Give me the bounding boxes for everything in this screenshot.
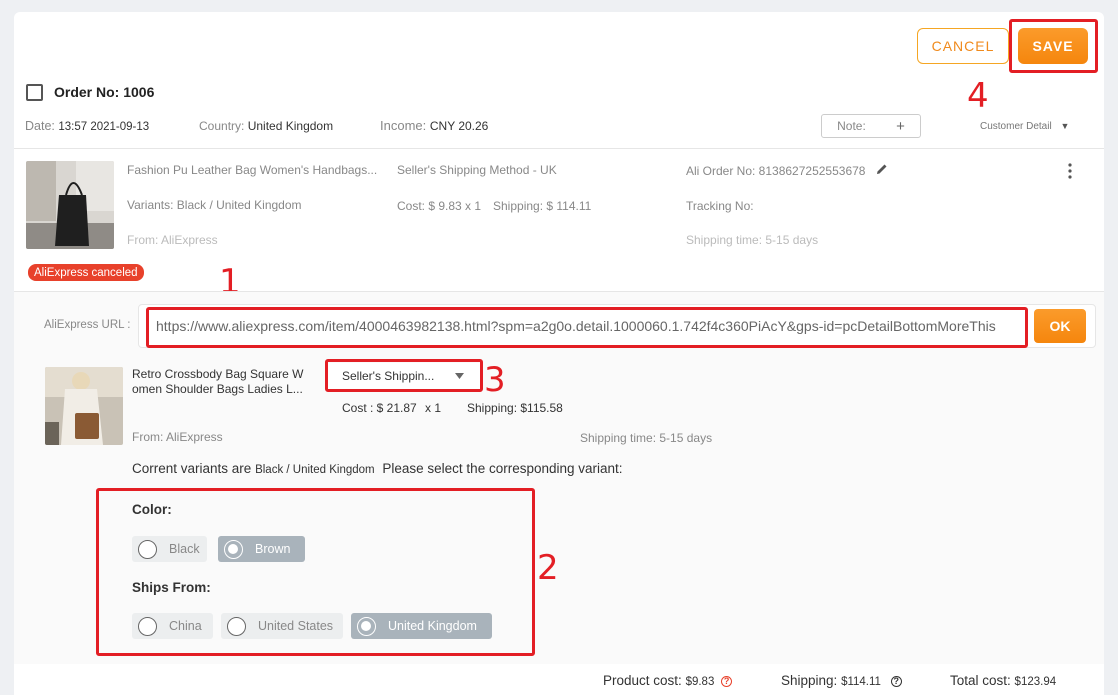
annotation-box-1 xyxy=(146,307,1028,348)
product-cost-label: Product cost: xyxy=(603,673,682,688)
help-icon[interactable]: ? xyxy=(721,675,733,687)
product-cost: Cost: $ 9.83 x 1 xyxy=(397,199,482,213)
date-value: 13:57 2021-09-13 xyxy=(58,121,150,133)
total-cost: Total cost: $123.94 xyxy=(950,673,1056,688)
radio-icon xyxy=(138,616,157,636)
new-product-title-line: omen Shoulder Bags Ladies L... xyxy=(132,382,303,396)
divider xyxy=(14,148,1104,149)
product-shipping: Shipping: $ 114.11 xyxy=(493,199,592,213)
pencil-icon[interactable] xyxy=(876,162,888,180)
plus-icon: + xyxy=(896,117,905,135)
color-option-label: Brown xyxy=(255,542,291,556)
status-badge: AliExpress canceled xyxy=(28,264,144,281)
new-product-qty: x 1 xyxy=(425,401,442,415)
ok-button[interactable]: OK xyxy=(1034,309,1086,343)
new-product-shipping-time: Shipping time: 5-15 days xyxy=(580,431,713,445)
ships-from-option-label: United States xyxy=(258,619,334,633)
url-label: AliExpress URL : xyxy=(44,319,131,331)
new-product-shipping: Shipping: $115.58 xyxy=(467,401,563,415)
annotation-number-3: 3 xyxy=(484,360,506,400)
more-options-icon[interactable] xyxy=(1066,162,1074,185)
customer-detail-label: Customer Detail xyxy=(980,121,1052,132)
ships-from-label: Ships From: xyxy=(132,580,211,595)
ships-from-option-label: United Kingdom xyxy=(388,619,477,633)
ships-from-option-china[interactable]: China xyxy=(132,613,213,639)
variant-prompt-suffix: Please select the corresponding variant: xyxy=(382,461,623,476)
order-date: Date: 13:57 2021-09-13 xyxy=(25,119,149,133)
order-edit-card: CANCEL SAVE 4 Order No: 1006 Date: 13:57… xyxy=(14,12,1104,695)
income-label: Income: xyxy=(380,118,427,133)
product-variants: Variants: Black / United Kingdom xyxy=(127,198,302,212)
ships-from-option-united-states[interactable]: United States xyxy=(221,613,343,639)
cancel-button[interactable]: CANCEL xyxy=(917,28,1009,64)
country-label: Country: xyxy=(199,119,245,133)
color-option-brown[interactable]: Brown xyxy=(218,536,305,562)
variant-prompt: Corrent variants are Black / United King… xyxy=(132,461,623,476)
radio-selected-icon xyxy=(224,539,243,559)
product-thumbnail xyxy=(26,161,114,249)
help-icon[interactable]: ? xyxy=(890,675,902,687)
total-cost-label: Total cost: xyxy=(950,673,1011,688)
note-label: Note: xyxy=(837,119,866,133)
color-option-black[interactable]: Black xyxy=(132,536,207,562)
income-value: CNY 20.26 xyxy=(429,119,489,133)
shipping-method: Seller's Shipping Method - UK xyxy=(397,163,557,177)
variant-prompt-prefix: Corrent variants are xyxy=(132,461,252,476)
ali-order-number: Ali Order No: 8138627252553678 xyxy=(686,164,866,178)
ships-from-option-label: China xyxy=(169,619,202,633)
product-cost-total: Product cost: $9.83 ? xyxy=(603,673,733,688)
order-income: Income: CNY 20.26 xyxy=(380,118,488,133)
note-button[interactable]: Note: + xyxy=(821,114,921,138)
annotation-box-4 xyxy=(1009,19,1098,73)
new-product-source: From: AliExpress xyxy=(132,430,223,444)
ships-from-option-united-kingdom[interactable]: United Kingdom xyxy=(351,613,492,639)
radio-icon xyxy=(227,616,246,636)
tracking-number: Tracking No: xyxy=(686,199,754,213)
order-number: Order No: 1006 xyxy=(54,84,155,100)
product-source: From: AliExpress xyxy=(127,233,218,247)
annotation-number-2: 2 xyxy=(537,548,559,588)
chevron-down-icon: ▼ xyxy=(1060,121,1070,131)
shipping-total: Shipping: $114.11 ? xyxy=(781,673,902,688)
color-label: Color: xyxy=(132,502,172,517)
color-option-label: Black xyxy=(169,542,200,556)
order-checkbox[interactable] xyxy=(26,84,43,101)
shipping-total-label: Shipping: xyxy=(781,673,838,688)
date-label: Date: xyxy=(25,119,55,133)
divider xyxy=(14,291,1104,292)
annotation-box-3 xyxy=(325,359,483,392)
product-cost-value: $9.83 xyxy=(685,676,715,688)
customer-detail-toggle[interactable]: Customer Detail ▼ xyxy=(980,121,1069,132)
shipping-total-value: $114.11 xyxy=(841,676,881,688)
new-product-title-line: Retro Crossbody Bag Square W xyxy=(132,367,304,381)
radio-selected-icon xyxy=(357,616,376,636)
new-product-title[interactable]: Retro Crossbody Bag Square W omen Should… xyxy=(132,367,303,397)
shipping-time: Shipping time: 5-15 days xyxy=(686,233,819,247)
current-variant: Black / United Kingdom xyxy=(255,464,375,476)
total-cost-value: $123.94 xyxy=(1014,676,1057,688)
order-country: Country: United Kingdom xyxy=(199,119,333,133)
new-product-thumbnail xyxy=(45,367,123,445)
country-value: United Kingdom xyxy=(247,119,334,133)
annotation-number-4: 4 xyxy=(967,76,989,116)
new-product-cost: Cost : $ 21.87 xyxy=(342,401,417,415)
radio-icon xyxy=(138,539,157,559)
product-title[interactable]: Fashion Pu Leather Bag Women's Handbags.… xyxy=(127,163,377,177)
